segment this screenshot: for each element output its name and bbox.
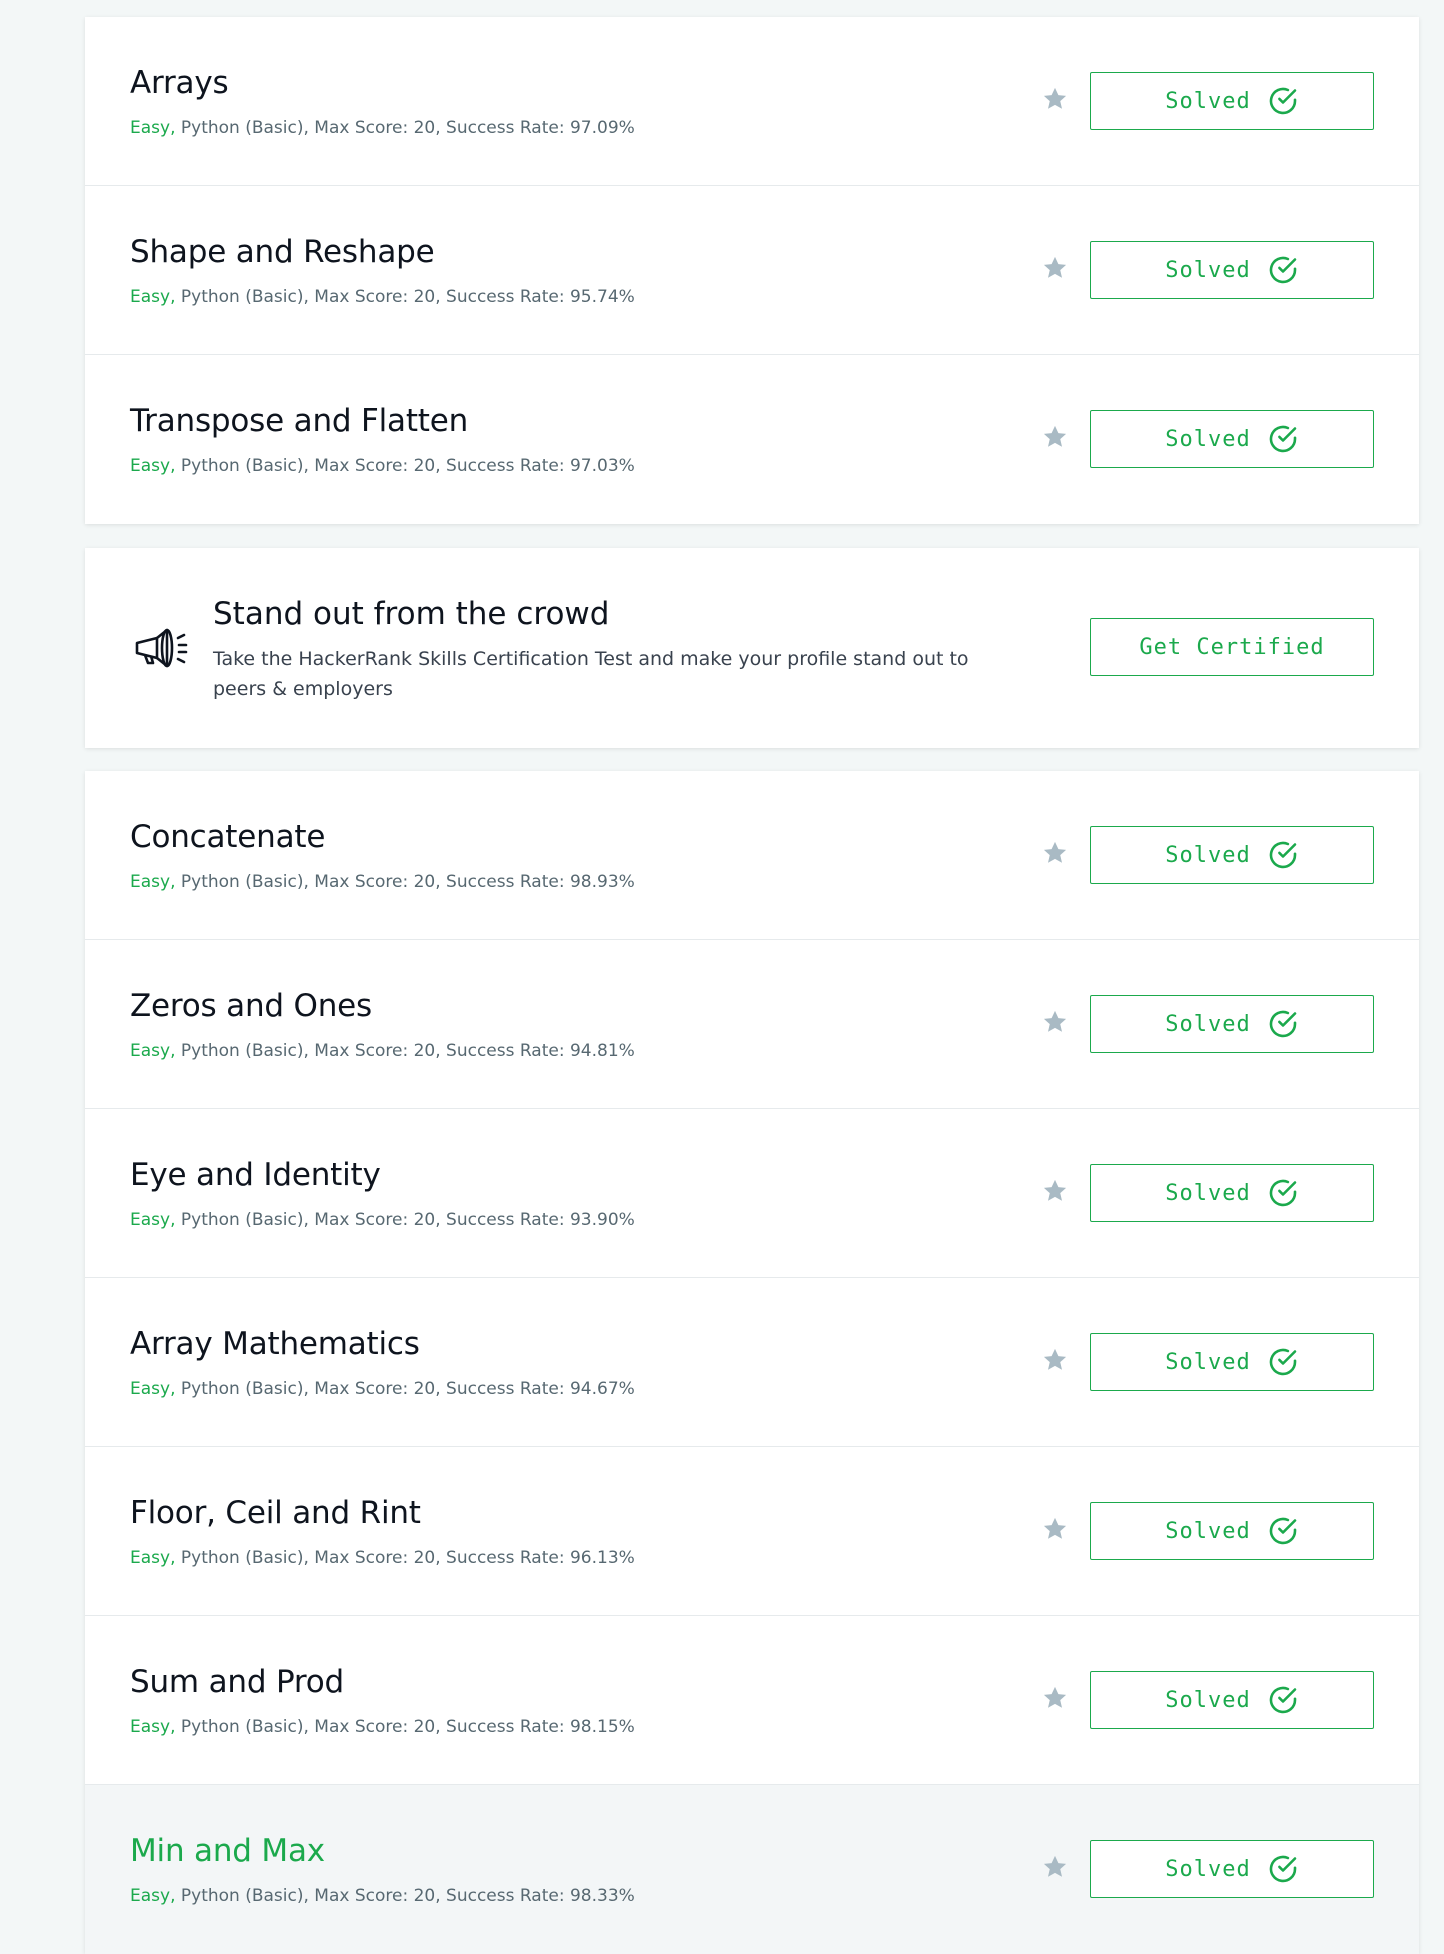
difficulty-label: Easy, [130, 1717, 176, 1737]
difficulty-label: Easy, [130, 456, 176, 476]
challenge-title[interactable]: Arrays [130, 65, 229, 101]
challenge-details: Python (Basic), Max Score: 20, Success R… [180, 456, 635, 476]
challenge-details: Python (Basic), Max Score: 20, Success R… [180, 1041, 635, 1061]
challenge-details: Python (Basic), Max Score: 20, Success R… [180, 1379, 635, 1399]
solved-button[interactable]: Solved [1090, 995, 1374, 1053]
solved-label: Solved [1165, 842, 1251, 868]
challenge-details: Python (Basic), Max Score: 20, Success R… [180, 1548, 635, 1568]
challenge-row[interactable]: Array Mathematics Easy, Python (Basic), … [85, 1278, 1419, 1447]
star-icon[interactable] [1041, 1008, 1069, 1036]
star-icon[interactable] [1041, 1346, 1069, 1374]
solved-button[interactable]: Solved [1090, 1840, 1374, 1898]
challenge-title[interactable]: Transpose and Flatten [130, 403, 468, 439]
challenge-meta: Easy, Python (Basic), Max Score: 20, Suc… [130, 1210, 635, 1230]
certification-description: Take the HackerRank Skills Certification… [213, 648, 969, 700]
challenge-list-group-2: Concatenate Easy, Python (Basic), Max Sc… [85, 771, 1419, 1954]
challenge-row[interactable]: Floor, Ceil and Rint Easy, Python (Basic… [85, 1447, 1419, 1616]
solved-label: Solved [1165, 1180, 1251, 1206]
challenge-list-group-1: Arrays Easy, Python (Basic), Max Score: … [85, 17, 1419, 524]
difficulty-label: Easy, [130, 118, 176, 138]
solved-button[interactable]: Solved [1090, 241, 1374, 299]
difficulty-label: Easy, [130, 1379, 176, 1399]
challenge-title[interactable]: Floor, Ceil and Rint [130, 1495, 421, 1531]
star-icon[interactable] [1041, 1684, 1069, 1712]
challenge-meta: Easy, Python (Basic), Max Score: 20, Suc… [130, 456, 635, 476]
challenge-row[interactable]: Eye and Identity Easy, Python (Basic), M… [85, 1109, 1419, 1278]
check-circle-icon [1269, 1855, 1297, 1883]
check-circle-icon [1269, 1179, 1297, 1207]
check-circle-icon [1269, 1348, 1297, 1376]
star-icon[interactable] [1041, 423, 1069, 451]
solved-button[interactable]: Solved [1090, 1502, 1374, 1560]
solved-label: Solved [1165, 1518, 1251, 1544]
challenge-meta: Easy, Python (Basic), Max Score: 20, Suc… [130, 1548, 635, 1568]
solved-button[interactable]: Solved [1090, 1671, 1374, 1729]
challenge-title[interactable]: Concatenate [130, 819, 325, 855]
star-icon[interactable] [1041, 85, 1069, 113]
challenge-row[interactable]: Shape and Reshape Easy, Python (Basic), … [85, 186, 1419, 355]
difficulty-label: Easy, [130, 1886, 176, 1906]
check-circle-icon [1269, 1010, 1297, 1038]
challenge-row[interactable]: Arrays Easy, Python (Basic), Max Score: … [85, 17, 1419, 186]
get-certified-button[interactable]: Get Certified [1090, 618, 1374, 676]
difficulty-label: Easy, [130, 872, 176, 892]
challenge-details: Python (Basic), Max Score: 20, Success R… [180, 1886, 635, 1906]
challenge-row[interactable]: Sum and Prod Easy, Python (Basic), Max S… [85, 1616, 1419, 1785]
challenge-row[interactable]: Concatenate Easy, Python (Basic), Max Sc… [85, 771, 1419, 940]
challenge-title[interactable]: Min and Max [130, 1833, 325, 1869]
star-icon[interactable] [1041, 254, 1069, 282]
challenge-title[interactable]: Sum and Prod [130, 1664, 344, 1700]
challenge-title[interactable]: Eye and Identity [130, 1157, 381, 1193]
solved-button[interactable]: Solved [1090, 1333, 1374, 1391]
solved-label: Solved [1165, 426, 1251, 452]
difficulty-label: Easy, [130, 1041, 176, 1061]
challenge-meta: Easy, Python (Basic), Max Score: 20, Suc… [130, 1717, 635, 1737]
challenge-meta: Easy, Python (Basic), Max Score: 20, Suc… [130, 1041, 635, 1061]
star-icon[interactable] [1041, 1853, 1069, 1881]
check-circle-icon [1269, 256, 1297, 284]
challenge-title[interactable]: Array Mathematics [130, 1326, 420, 1362]
challenge-details: Python (Basic), Max Score: 20, Success R… [180, 1210, 635, 1230]
certification-banner: Stand out from the crowd Take the Hacker… [85, 548, 1419, 748]
star-icon[interactable] [1041, 1177, 1069, 1205]
solved-button[interactable]: Solved [1090, 72, 1374, 130]
star-icon[interactable] [1041, 1515, 1069, 1543]
star-icon[interactable] [1041, 839, 1069, 867]
challenge-title[interactable]: Shape and Reshape [130, 234, 435, 270]
difficulty-label: Easy, [130, 1548, 176, 1568]
challenge-meta: Easy, Python (Basic), Max Score: 20, Suc… [130, 1379, 635, 1399]
difficulty-label: Easy, [130, 287, 176, 307]
solved-button[interactable]: Solved [1090, 1164, 1374, 1222]
challenge-details: Python (Basic), Max Score: 20, Success R… [180, 118, 635, 138]
check-circle-icon [1269, 425, 1297, 453]
solved-button[interactable]: Solved [1090, 410, 1374, 468]
challenge-row[interactable]: Transpose and Flatten Easy, Python (Basi… [85, 355, 1419, 524]
challenge-details: Python (Basic), Max Score: 20, Success R… [180, 287, 635, 307]
challenge-title[interactable]: Zeros and Ones [130, 988, 372, 1024]
solved-label: Solved [1165, 1349, 1251, 1375]
check-circle-icon [1269, 1686, 1297, 1714]
solved-label: Solved [1165, 257, 1251, 283]
check-circle-icon [1269, 1517, 1297, 1545]
challenge-row[interactable]: Min and Max Easy, Python (Basic), Max Sc… [85, 1785, 1419, 1954]
certification-title: Stand out from the crowd [213, 596, 610, 632]
challenge-meta: Easy, Python (Basic), Max Score: 20, Suc… [130, 1886, 635, 1906]
challenge-meta: Easy, Python (Basic), Max Score: 20, Suc… [130, 872, 635, 892]
solved-label: Solved [1165, 1687, 1251, 1713]
challenge-meta: Easy, Python (Basic), Max Score: 20, Suc… [130, 118, 635, 138]
megaphone-icon [135, 628, 188, 668]
solved-button[interactable]: Solved [1090, 826, 1374, 884]
solved-label: Solved [1165, 1011, 1251, 1037]
difficulty-label: Easy, [130, 1210, 176, 1230]
challenge-meta: Easy, Python (Basic), Max Score: 20, Suc… [130, 287, 635, 307]
challenge-details: Python (Basic), Max Score: 20, Success R… [180, 1717, 635, 1737]
check-circle-icon [1269, 87, 1297, 115]
challenge-details: Python (Basic), Max Score: 20, Success R… [180, 872, 635, 892]
solved-label: Solved [1165, 88, 1251, 114]
solved-label: Solved [1165, 1856, 1251, 1882]
challenge-row[interactable]: Zeros and Ones Easy, Python (Basic), Max… [85, 940, 1419, 1109]
check-circle-icon [1269, 841, 1297, 869]
